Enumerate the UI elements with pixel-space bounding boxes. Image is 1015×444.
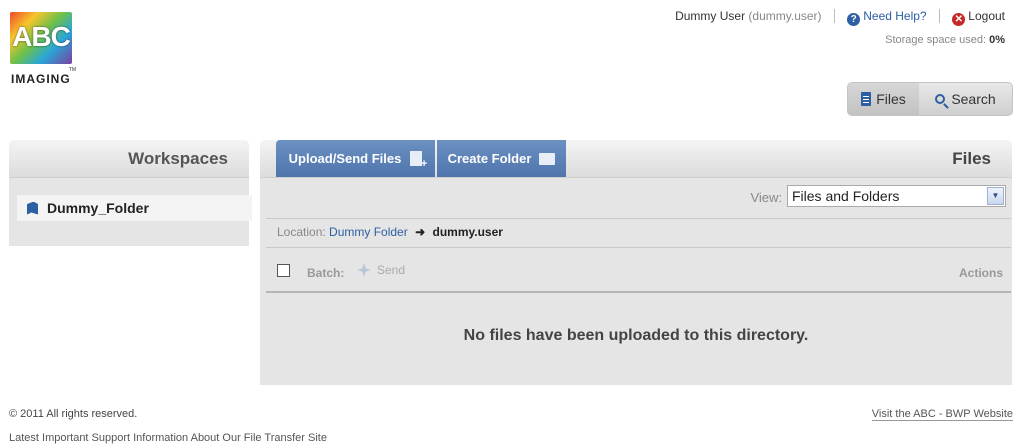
send-icon xyxy=(357,263,371,277)
upload-icon xyxy=(410,151,427,170)
files-header: Upload/Send Files Create Folder Files xyxy=(260,140,1012,178)
need-help-link[interactable]: ? Need Help? xyxy=(847,9,927,26)
divider xyxy=(266,247,1011,248)
workspace-item-label: Dummy_Folder xyxy=(47,200,149,216)
copyright-text: © 2011 All rights reserved. xyxy=(9,408,138,420)
create-folder-icon xyxy=(539,152,556,165)
search-icon xyxy=(935,94,946,104)
view-select-value: Files and Folders xyxy=(792,188,900,204)
divider xyxy=(266,291,1011,293)
create-folder-label: Create Folder xyxy=(447,151,532,166)
logout-icon: ✕ xyxy=(952,13,966,26)
tab-files-label: Files xyxy=(876,91,906,107)
tab-search[interactable]: Search xyxy=(919,83,1012,115)
logout-link[interactable]: ✕ Logout xyxy=(952,9,1005,26)
actions-header: Actions xyxy=(958,266,1003,280)
batch-label: Batch: xyxy=(307,266,345,280)
breadcrumb: Location: Dummy Folder ➜ dummy.user xyxy=(277,225,503,239)
divider xyxy=(938,9,940,23)
create-folder-button[interactable]: Create Folder xyxy=(437,140,566,177)
view-toggle: Files Search xyxy=(847,82,1013,116)
send-label: Send xyxy=(377,263,406,277)
divider xyxy=(266,218,1011,219)
visit-website-link[interactable]: Visit the ABC - BWP Website xyxy=(871,408,1013,421)
upload-button-label: Upload/Send Files xyxy=(288,151,402,166)
batch-select-checkbox[interactable] xyxy=(277,264,290,277)
tab-files[interactable]: Files xyxy=(848,83,919,115)
workspaces-panel: Workspaces Dummy_Folder xyxy=(9,140,252,246)
help-icon: ? xyxy=(847,13,861,26)
workspace-item-dummy-folder[interactable]: Dummy_Folder xyxy=(17,195,252,221)
user-name: Dummy User xyxy=(675,9,746,23)
view-row: View: Files and Folders ▼ xyxy=(260,178,1012,218)
tab-search-label: Search xyxy=(951,91,996,107)
abc-imaging-logo: ABC TM IMAGING xyxy=(10,12,76,88)
logout-label: Logout xyxy=(968,9,1005,23)
upload-send-files-button[interactable]: Upload/Send Files xyxy=(276,140,435,177)
batch-send-button[interactable]: Send xyxy=(357,263,405,277)
chevron-down-icon: ▼ xyxy=(987,187,1004,205)
user-bar: Dummy User (dummy.user) ? Need Help? ✕ Log… xyxy=(675,9,1005,26)
batch-row: Batch: Send Actions xyxy=(260,255,1012,291)
breadcrumb-current: dummy.user xyxy=(432,225,503,239)
divider xyxy=(833,9,835,23)
storage-value: 0% xyxy=(989,34,1005,46)
location-label: Location: xyxy=(277,225,326,239)
breadcrumb-link-dummy-folder[interactable]: Dummy Folder xyxy=(329,225,408,239)
logo-text: ABC xyxy=(12,21,71,52)
user-id: (dummy.user) xyxy=(748,9,822,23)
storage-indicator: Storage space used: 0% xyxy=(885,34,1005,46)
empty-directory-message: No files have been uploaded to this dire… xyxy=(463,327,809,344)
files-panel-title: Files xyxy=(952,149,991,168)
support-info-link[interactable]: Latest Important Support Information Abo… xyxy=(9,432,327,444)
view-label: View: xyxy=(750,190,782,205)
files-doc-icon xyxy=(861,92,872,106)
storage-label: Storage space used: xyxy=(885,34,987,46)
logo-subtitle: IMAGING xyxy=(11,72,71,86)
files-panel: Upload/Send Files Create Folder Files Vi… xyxy=(260,140,1012,385)
workspaces-title: Workspaces xyxy=(9,140,249,178)
arrow-right-icon: ➜ xyxy=(415,225,426,239)
logo-mark: ABC xyxy=(10,12,72,64)
folder-icon xyxy=(27,201,38,215)
view-select[interactable]: Files and Folders ▼ xyxy=(787,185,1006,207)
need-help-label: Need Help? xyxy=(863,9,927,23)
